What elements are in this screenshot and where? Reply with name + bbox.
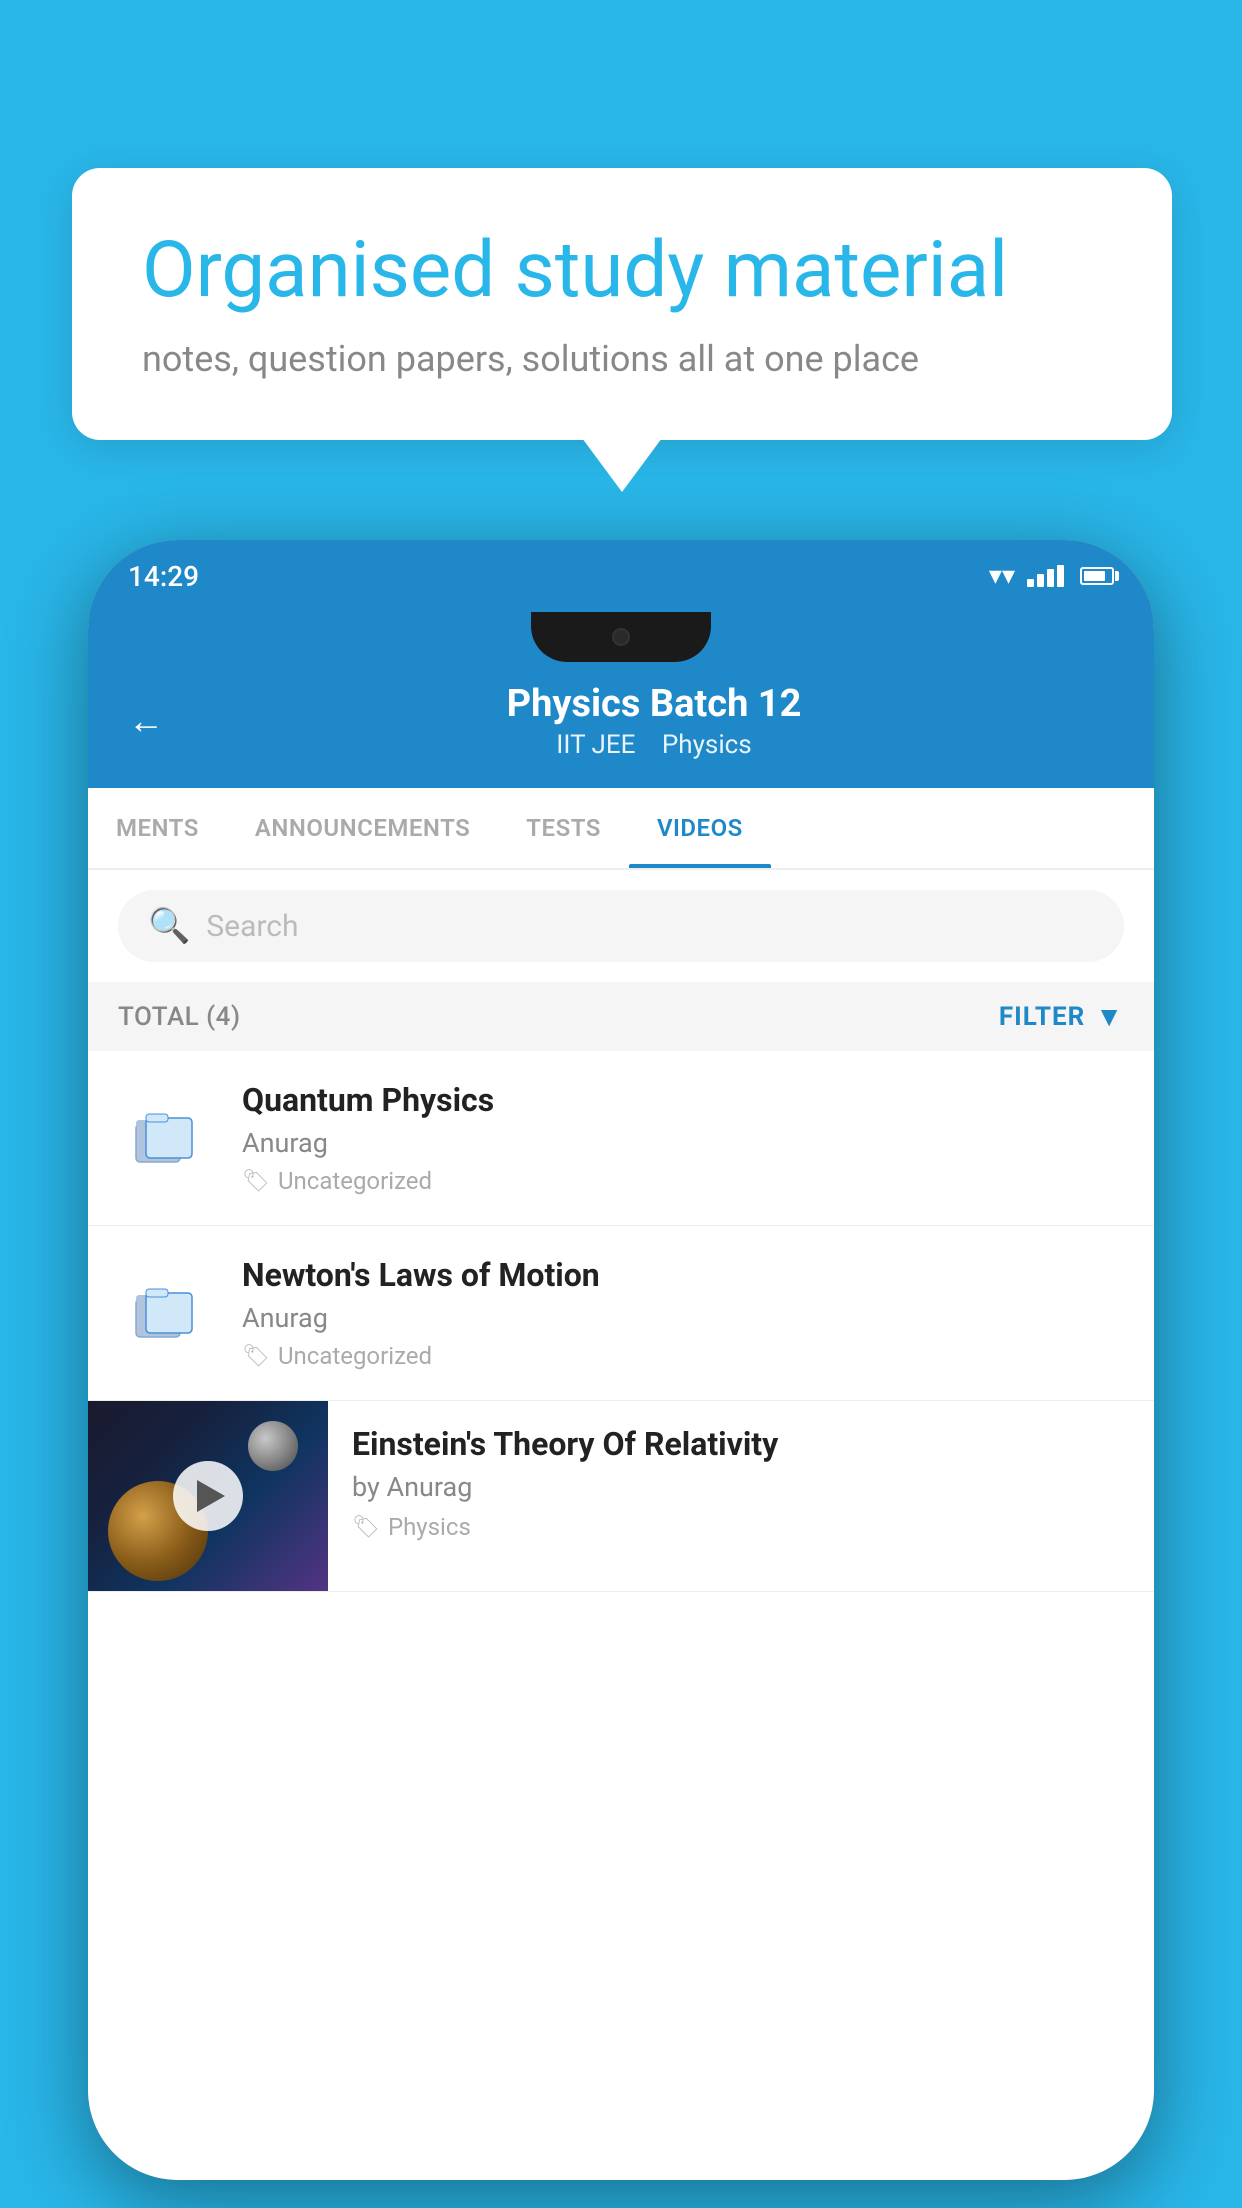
list-item[interactable]: Quantum Physics Anurag 🏷 Uncategorized bbox=[88, 1051, 1154, 1226]
video-info-2: Newton's Laws of Motion Anurag 🏷 Uncateg… bbox=[242, 1256, 1124, 1370]
header-title: Physics Batch 12 bbox=[194, 682, 1114, 726]
video-tag-3: 🏷 Physics bbox=[352, 1513, 1130, 1541]
search-bar[interactable]: 🔍 Search bbox=[118, 890, 1124, 962]
video-thumb-icon-2 bbox=[118, 1277, 218, 1349]
search-placeholder: Search bbox=[206, 909, 298, 944]
speech-bubble: Organised study material notes, question… bbox=[72, 168, 1172, 440]
tab-tests[interactable]: TESTS bbox=[498, 788, 629, 868]
tag-icon-1: 🏷 bbox=[242, 1169, 270, 1194]
wifi-icon: ▾▾ bbox=[989, 561, 1015, 591]
content-area: Quantum Physics Anurag 🏷 Uncategorized bbox=[88, 1051, 1154, 2180]
video-author-2: Anurag bbox=[242, 1302, 1124, 1334]
tab-announcements[interactable]: ANNOUNCEMENTS bbox=[227, 788, 498, 868]
video-info-3: Einstein's Theory Of Relativity by Anura… bbox=[328, 1401, 1154, 1561]
header-subtitle: IIT JEE Physics bbox=[194, 730, 1114, 760]
video-title-2: Newton's Laws of Motion bbox=[242, 1256, 1124, 1294]
battery-icon bbox=[1080, 567, 1114, 585]
video-author-3: by Anurag bbox=[352, 1471, 1130, 1503]
search-icon: 🔍 bbox=[148, 906, 190, 946]
camera-dot bbox=[612, 628, 630, 646]
tag-icon-3: 🏷 bbox=[352, 1515, 380, 1540]
phone-device: 14:29 ▾▾ bbox=[88, 540, 1154, 2180]
video-tag-1: 🏷 Uncategorized bbox=[242, 1167, 1124, 1195]
video-title-3: Einstein's Theory Of Relativity bbox=[352, 1425, 1130, 1463]
filter-icon: ▼ bbox=[1095, 1000, 1124, 1033]
video-info-1: Quantum Physics Anurag 🏷 Uncategorized bbox=[242, 1081, 1124, 1195]
tab-videos[interactable]: VIDEOS bbox=[629, 788, 771, 868]
planet-small bbox=[248, 1421, 298, 1471]
app-header: ← Physics Batch 12 IIT JEE Physics bbox=[88, 662, 1154, 788]
play-button[interactable] bbox=[173, 1461, 243, 1531]
subtitle-iit: IIT JEE bbox=[556, 730, 635, 760]
status-bar: 14:29 ▾▾ bbox=[88, 540, 1154, 612]
subtitle-physics: Physics bbox=[662, 730, 752, 760]
list-item[interactable]: Newton's Laws of Motion Anurag 🏷 Uncateg… bbox=[88, 1226, 1154, 1401]
tab-ments[interactable]: MENTS bbox=[88, 788, 227, 868]
header-center: Physics Batch 12 IIT JEE Physics bbox=[194, 682, 1114, 760]
video-thumbnail-3 bbox=[88, 1401, 328, 1591]
status-icons: ▾▾ bbox=[989, 561, 1114, 591]
back-button[interactable]: ← bbox=[128, 700, 164, 742]
bubble-subtitle: notes, question papers, solutions all at… bbox=[142, 338, 1102, 380]
list-item[interactable]: Einstein's Theory Of Relativity by Anura… bbox=[88, 1401, 1154, 1592]
search-container: 🔍 Search bbox=[88, 870, 1154, 982]
total-count: TOTAL (4) bbox=[118, 1002, 241, 1032]
folder-icon bbox=[132, 1277, 204, 1349]
signal-icon bbox=[1027, 565, 1064, 587]
filter-label: FILTER bbox=[999, 1002, 1085, 1032]
folder-icon bbox=[132, 1102, 204, 1174]
play-triangle-icon bbox=[197, 1480, 225, 1512]
notch-area bbox=[88, 612, 1154, 662]
video-tag-2: 🏷 Uncategorized bbox=[242, 1342, 1124, 1370]
notch bbox=[531, 612, 711, 662]
filter-button[interactable]: FILTER ▼ bbox=[999, 1000, 1124, 1033]
video-title-1: Quantum Physics bbox=[242, 1081, 1124, 1119]
bubble-title: Organised study material bbox=[142, 228, 1102, 314]
filter-bar: TOTAL (4) FILTER ▼ bbox=[88, 982, 1154, 1051]
video-thumb-icon-1 bbox=[118, 1102, 218, 1174]
tab-bar: MENTS ANNOUNCEMENTS TESTS VIDEOS bbox=[88, 788, 1154, 870]
video-author-1: Anurag bbox=[242, 1127, 1124, 1159]
status-time: 14:29 bbox=[128, 560, 199, 593]
tag-icon-2: 🏷 bbox=[242, 1344, 270, 1369]
